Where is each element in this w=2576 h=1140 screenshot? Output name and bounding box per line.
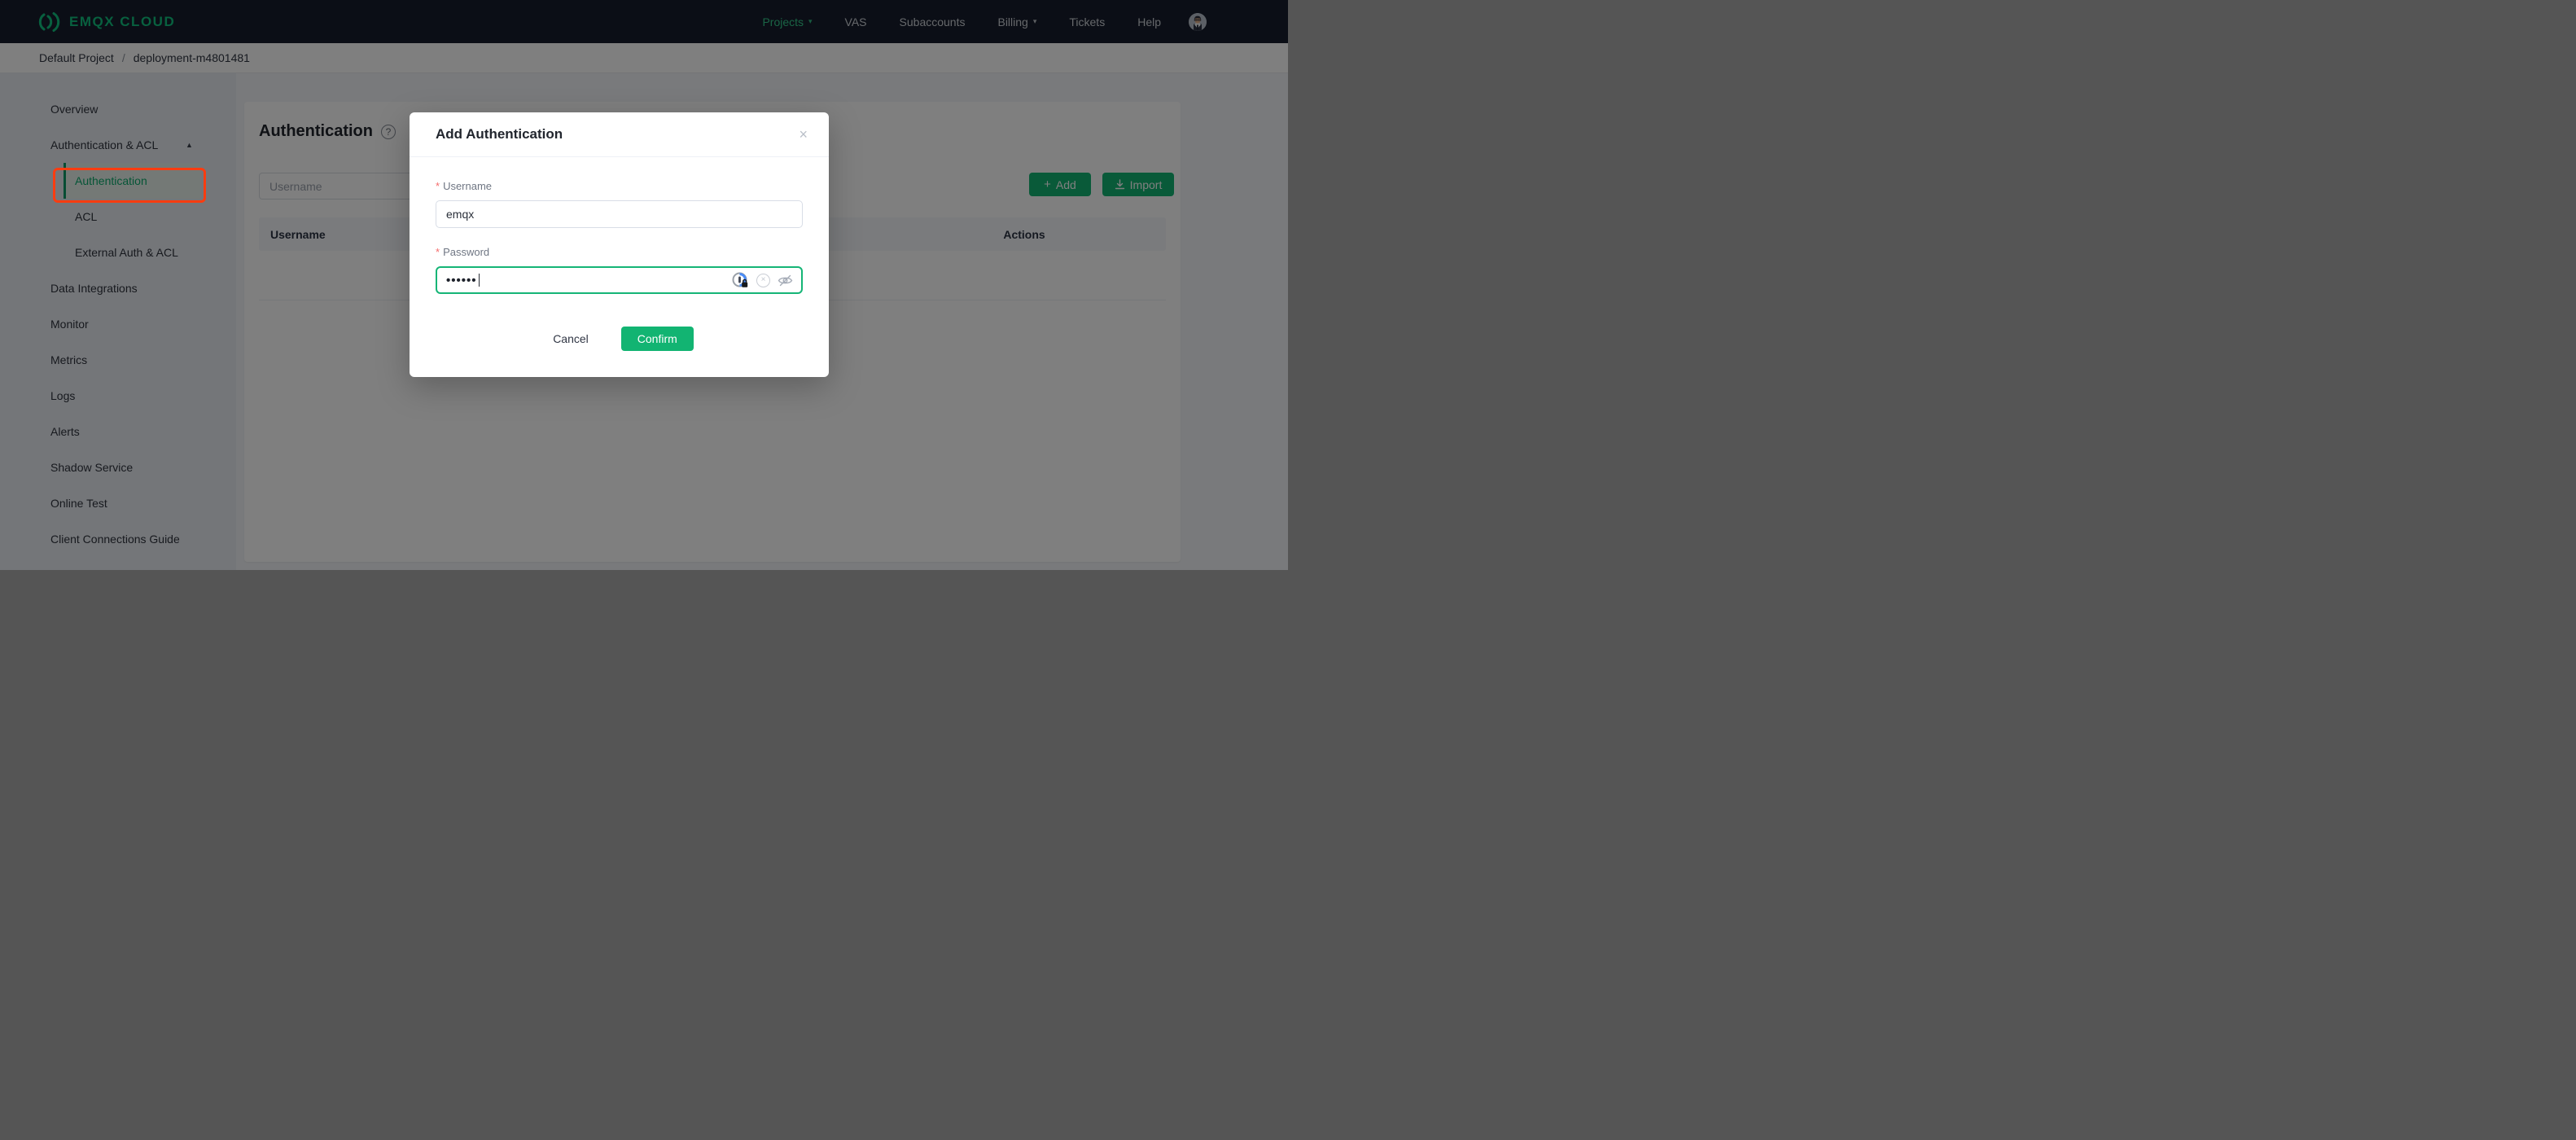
close-icon[interactable]: ×	[799, 127, 808, 142]
password-masked-value: ••••••	[446, 273, 477, 287]
password-field[interactable]: •••••• ×	[436, 266, 803, 294]
eye-off-icon[interactable]	[778, 274, 793, 287]
confirm-button[interactable]: Confirm	[620, 327, 694, 351]
required-marker: *	[436, 245, 440, 258]
add-authentication-modal: Add Authentication × * Username * Passwo…	[410, 112, 829, 377]
clear-input-icon[interactable]: ×	[756, 273, 770, 287]
password-group: * Password •••••• ×	[436, 244, 803, 294]
required-marker: *	[436, 179, 440, 192]
username-field[interactable]	[436, 200, 803, 228]
password-label-text: Password	[443, 245, 490, 258]
modal-body: * Username * Password ••••••	[410, 157, 829, 351]
emqx-cloud-app: EMQX CLOUD Projects ▾ VAS Subaccounts Bi…	[0, 0, 1288, 570]
password-field-icons: ×	[732, 272, 793, 289]
modal-title: Add Authentication	[436, 126, 563, 142]
password-manager-icon[interactable]	[732, 272, 749, 289]
modal-footer: Cancel Confirm	[436, 327, 803, 351]
username-label-text: Username	[443, 179, 493, 192]
modal-header: Add Authentication ×	[410, 112, 829, 157]
password-label: * Password	[436, 244, 803, 259]
cancel-button[interactable]: Cancel	[545, 327, 597, 351]
text-cursor	[478, 274, 480, 287]
username-label: * Username	[436, 178, 803, 193]
